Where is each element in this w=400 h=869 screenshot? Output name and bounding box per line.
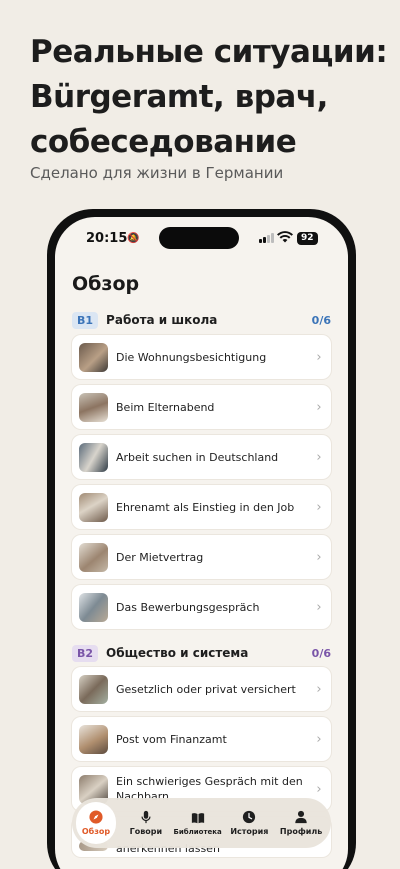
scenario-title: Ehrenamt als Einstieg in den Job xyxy=(116,500,295,514)
scenario-title: Das Bewerbungsgespräch xyxy=(116,600,260,614)
dynamic-island xyxy=(159,227,239,249)
scenario-thumbnail xyxy=(79,342,108,372)
wifi-icon xyxy=(277,231,293,243)
tab-label: Библиотека xyxy=(173,827,222,836)
chevron-right-icon: › xyxy=(316,599,322,615)
scenario-card[interactable]: Gesetzlich oder privat versichert › xyxy=(72,667,331,711)
level-badge: B2 xyxy=(72,644,99,662)
chevron-right-icon: › xyxy=(316,549,322,565)
screen-title: Обзор xyxy=(72,273,140,295)
scenario-thumbnail xyxy=(79,724,108,754)
tab-label: Профиль xyxy=(279,827,323,836)
scenario-thumbnail xyxy=(79,442,108,472)
chevron-right-icon: › xyxy=(316,399,322,415)
book-icon xyxy=(191,812,204,823)
promo-subline: Сделано для жизни в Германии xyxy=(30,164,284,182)
scenario-card[interactable]: Arbeit suchen in Deutschland › xyxy=(72,435,331,479)
section-title: Общество и система xyxy=(106,646,249,660)
chevron-right-icon: › xyxy=(316,449,322,465)
scenario-thumbnail xyxy=(79,674,108,704)
status-bar: 20:15 🔕 92 xyxy=(55,217,348,257)
chevron-right-icon: › xyxy=(316,499,322,515)
promo-headline: Реальные ситуации: Bürgeramt, врач, собе… xyxy=(30,34,388,160)
tab-label: Говори xyxy=(129,827,163,836)
signal-icon xyxy=(259,233,274,243)
section-progress: 0/6 xyxy=(311,646,331,660)
tab-bar: Обзор Говори Библиотека История Профиль xyxy=(72,798,331,848)
section-header-b2: B2 Общество и система 0/6 xyxy=(72,643,331,663)
tab-history[interactable]: История xyxy=(224,802,276,844)
scenario-title: Der Mietvertrag xyxy=(116,550,204,564)
section-title: Работа и школа xyxy=(106,313,218,327)
scenario-card[interactable]: Ehrenamt als Einstieg in den Job › xyxy=(72,485,331,529)
scenario-title: Arbeit suchen in Deutschland xyxy=(116,450,279,464)
bell-muted-icon: 🔕 xyxy=(127,233,140,244)
scenario-title: Beim Elternabend xyxy=(116,400,215,414)
person-icon xyxy=(295,810,307,824)
tab-speak[interactable]: Говори xyxy=(120,802,172,844)
tab-profile[interactable]: Профиль xyxy=(275,802,327,844)
scenario-thumbnail xyxy=(79,392,108,422)
tab-label: Обзор xyxy=(81,827,111,836)
scenario-title: Gesetzlich oder privat versichert xyxy=(116,682,296,696)
scenario-title: Post vom Finanzamt xyxy=(116,732,227,746)
chevron-right-icon: › xyxy=(316,781,322,797)
chevron-right-icon: › xyxy=(316,731,322,747)
scenario-card[interactable]: Das Bewerbungsgespräch › xyxy=(72,585,331,629)
app-screen: 20:15 🔕 92 Обзор B1 Работа и школа 0/6 D… xyxy=(55,217,348,869)
status-time: 20:15 xyxy=(86,231,128,246)
scenario-thumbnail xyxy=(79,542,108,572)
compass-icon xyxy=(89,810,103,824)
battery-indicator: 92 xyxy=(297,232,318,245)
scenario-thumbnail xyxy=(79,592,108,622)
section-progress: 0/6 xyxy=(311,313,331,327)
chevron-right-icon: › xyxy=(316,349,322,365)
scenario-thumbnail xyxy=(79,492,108,522)
tab-library[interactable]: Библиотека xyxy=(172,802,224,844)
tab-overview[interactable]: Обзор xyxy=(76,802,116,844)
scenario-card[interactable]: Die Wohnungsbesichtigung › xyxy=(72,335,331,379)
scenario-card[interactable]: Beim Elternabend › xyxy=(72,385,331,429)
scenario-title: Die Wohnungsbesichtigung xyxy=(116,350,267,364)
microphone-icon xyxy=(141,810,151,824)
clock-icon xyxy=(243,810,256,824)
chevron-right-icon: › xyxy=(316,681,322,697)
scenario-card[interactable]: Post vom Finanzamt › xyxy=(72,717,331,761)
scenario-card[interactable]: Der Mietvertrag › xyxy=(72,535,331,579)
level-badge: B1 xyxy=(72,311,99,329)
tab-label: История xyxy=(230,827,269,836)
section-header-b1: B1 Работа и школа 0/6 xyxy=(72,310,331,330)
phone-frame: 20:15 🔕 92 Обзор B1 Работа и школа 0/6 D… xyxy=(47,209,356,869)
